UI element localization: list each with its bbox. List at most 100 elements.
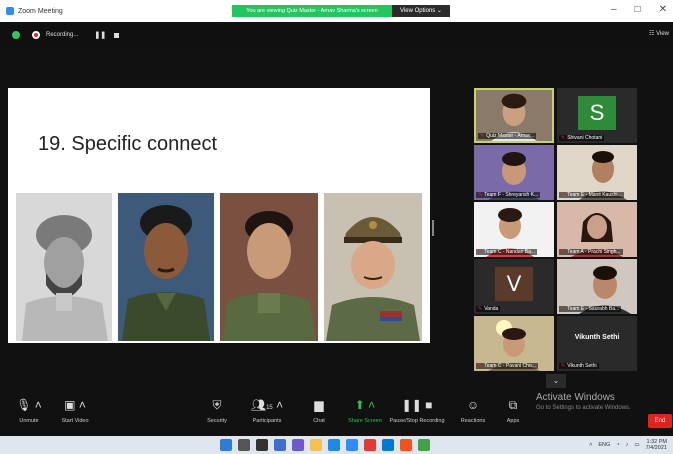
muted-mic-icon: ✎ <box>561 306 566 312</box>
participants-button[interactable]: 👥︎15 ˄ Participants <box>244 396 290 424</box>
muted-mic-icon: ✎ <box>561 363 566 369</box>
office-icon[interactable] <box>400 439 412 451</box>
search-icon[interactable] <box>238 439 250 451</box>
taskbar-apps <box>220 439 430 451</box>
security-button[interactable]: ⛨ Security <box>194 396 240 424</box>
title-bar: Zoom Meeting You are viewing Quiz Master… <box>0 0 673 22</box>
zoom-icon[interactable] <box>346 439 358 451</box>
shield-icon[interactable] <box>12 31 20 39</box>
chat-icon: ▆ <box>314 398 324 412</box>
muted-mic-icon: ✎ <box>478 306 483 312</box>
zoom-logo-icon <box>6 7 14 15</box>
volume-icon[interactable]: ♪ <box>626 442 629 448</box>
start-video-button[interactable]: ▣ ˄ Start Video <box>52 396 98 424</box>
participant-name: ✎ Team E - Saurabh Ba... <box>559 306 622 312</box>
participant-name: ✎ Shivani Chotani <box>559 135 605 141</box>
gallery-next-page-chevron-icon[interactable]: ⌄ <box>546 374 566 388</box>
edge-icon[interactable] <box>328 439 340 451</box>
start-menu-icon[interactable] <box>220 439 232 451</box>
avatar: V <box>495 267 533 301</box>
participant-name: ✎ Team F - Shreyansh K... <box>476 192 541 198</box>
pause-stop-recording-button[interactable]: ❚❚ ■ Pause/Stop Recording <box>389 396 444 424</box>
clock-date: 7/4/2021 <box>645 445 667 451</box>
participant-tile-nandan[interactable]: ✎ Team C - Nandan Ba... <box>474 202 554 257</box>
share-screen-button[interactable]: ⬆ ˄ Share Screen <box>342 396 388 424</box>
file-explorer-icon[interactable] <box>310 439 322 451</box>
muted-mic-icon: ✎ <box>561 249 566 255</box>
widgets-icon[interactable] <box>274 439 286 451</box>
participant-tile-saurabh[interactable]: ✎ Team E - Saurabh Ba... <box>557 259 637 314</box>
chrome-icon[interactable] <box>364 439 376 451</box>
split-handle[interactable] <box>432 220 434 236</box>
participant-name: ✎ Team E - Manit Kaushi... <box>559 192 624 198</box>
minimize-button[interactable]: – <box>611 4 617 15</box>
reactions-icon: ☺ <box>466 398 480 412</box>
participants-icon: 👥︎15 ˄ <box>250 398 284 412</box>
participant-name: ✎ Quiz Master - Arnav... <box>478 133 537 139</box>
recording-icon <box>32 31 40 39</box>
window-controls: – □ ✕ <box>611 4 667 15</box>
maximize-button[interactable]: □ <box>635 4 641 15</box>
stop-icon[interactable] <box>114 32 120 38</box>
pause-icon[interactable]: ❚❚ <box>94 31 106 39</box>
view-options-button[interactable]: View Options ⌄ <box>392 5 450 17</box>
participant-name: ✎ Vanda <box>476 306 501 312</box>
window-title: Zoom Meeting <box>18 7 63 15</box>
participant-name: ✎ Team C - Nandan Ba... <box>476 249 538 255</box>
chevron-up-icon[interactable]: ˄ <box>589 442 592 448</box>
participant-tile-quiz-master[interactable]: ✎ Quiz Master - Arnav... <box>474 88 554 143</box>
portrait-officer-cap <box>324 193 422 341</box>
share-screen-icon: ⬆ ˄ <box>354 398 376 412</box>
system-tray: ˄ ENG ◔ ♪ ▭ 1:32 PM 7/4/2021 <box>589 439 667 451</box>
language-indicator[interactable]: ENG <box>598 442 610 448</box>
task-view-icon[interactable] <box>256 439 268 451</box>
participant-tile-vikunth[interactable]: Vikunth Sethi ✎ Vikunth Sethi <box>557 316 637 371</box>
end-meeting-button[interactable]: End <box>648 414 672 428</box>
muted-mic-icon: ✎ <box>478 363 483 369</box>
clock[interactable]: 1:32 PM 7/4/2021 <box>646 439 667 451</box>
portrait-soldier-1 <box>118 193 214 341</box>
unmute-button[interactable]: 🎙︎ ˄ Unmute <box>6 396 52 424</box>
apps-icon: ⧉ <box>508 398 518 412</box>
participant-name: ✎ Team C - Pavani Cho... <box>476 363 538 369</box>
view-button[interactable]: ☷ View <box>649 30 669 37</box>
shared-slide: 19. Specific connect <box>8 88 430 343</box>
participant-tile-manit[interactable]: ✎ Team E - Manit Kaushi... <box>557 145 637 200</box>
wifi-icon[interactable]: ◔ <box>616 442 619 448</box>
participant-tile-pavani[interactable]: ✎ Team C - Pavani Cho... <box>474 316 554 371</box>
participant-tile-prachi[interactable]: ✎ Team A - Prachi Singh... <box>557 202 637 257</box>
recording-label: Recording... <box>46 32 79 38</box>
muted-mic-icon: ✎ <box>478 192 483 198</box>
windows-taskbar: ˄ ENG ◔ ♪ ▭ 1:32 PM 7/4/2021 <box>0 436 673 454</box>
app-icon[interactable] <box>418 439 430 451</box>
portrait-turbaned-man <box>16 193 112 341</box>
app-title: Zoom Meeting <box>6 7 63 15</box>
store-icon[interactable] <box>382 439 394 451</box>
muted-mic-icon: ✎ <box>561 135 566 141</box>
participant-display-name: Vikunth Sethi <box>574 334 620 341</box>
battery-icon[interactable]: ▭ <box>634 442 639 448</box>
slide-title: 19. Specific connect <box>38 133 217 155</box>
muted-mic-icon: 🎙︎ ˄ <box>16 398 42 412</box>
pause-stop-icon: ❚❚ ■ <box>401 398 433 412</box>
video-off-icon: ▣ ˄ <box>64 398 86 412</box>
portrait-soldier-2 <box>220 193 318 341</box>
participant-tile-shreyansh[interactable]: ✎ Team F - Shreyansh K... <box>474 145 554 200</box>
avatar: S <box>578 96 616 130</box>
teams-chat-icon[interactable] <box>292 439 304 451</box>
zoom-window: Zoom Meeting You are viewing Quiz Master… <box>0 0 673 454</box>
apps-button[interactable]: ⧉ Apps <box>490 396 536 424</box>
shield-icon: ⛨ <box>212 398 222 412</box>
meeting-toolbar: 🎙︎ ˄ Unmute ▣ ˄ Start Video ⛨ Security 👥… <box>0 396 673 436</box>
muted-mic-icon: ✎ <box>478 249 483 255</box>
participant-tile-vanda[interactable]: V ✎ Vanda <box>474 259 554 314</box>
screen-share-banner: You are viewing Quiz Master - Arnav Shar… <box>232 5 392 17</box>
muted-mic-icon: ✎ <box>480 133 485 139</box>
muted-mic-icon: ✎ <box>561 192 566 198</box>
participant-name: ✎ Team A - Prachi Singh... <box>559 249 623 255</box>
chat-button[interactable]: ▆ Chat <box>296 396 342 424</box>
participant-tile-shivani[interactable]: S ✎ Shivani Chotani <box>557 88 637 143</box>
participant-name: ✎ Vikunth Sethi <box>559 363 599 369</box>
close-button[interactable]: ✕ <box>659 4 667 15</box>
recording-bar: Recording... ❚❚ ☷ View <box>0 22 673 48</box>
